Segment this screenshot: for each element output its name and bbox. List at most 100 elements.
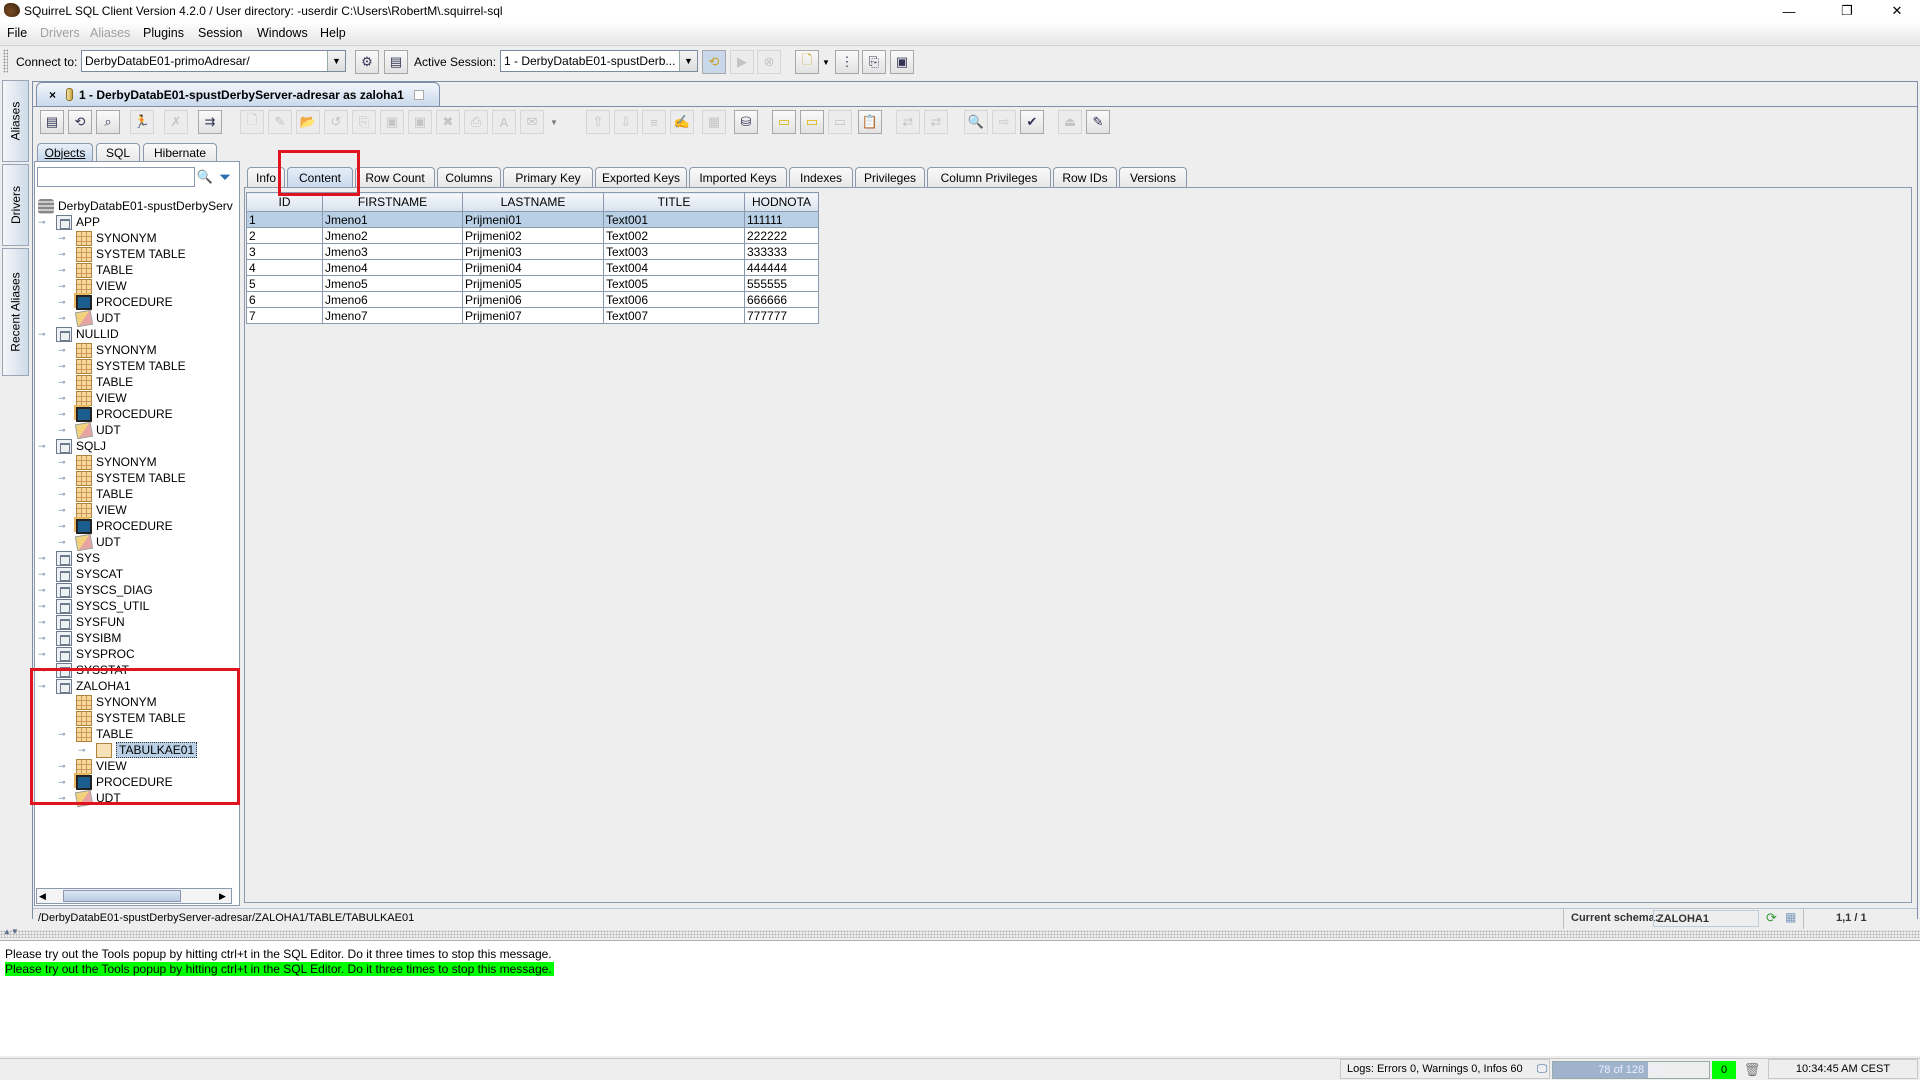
collapse-handle-icon[interactable]: ⊸	[38, 585, 46, 596]
tree-node[interactable]: ⊸ SYNONYM	[58, 454, 157, 470]
collapse-handle-icon[interactable]: ⊸	[38, 617, 46, 628]
bookmark-dropdown-icon[interactable]: ▼	[550, 118, 558, 127]
table-cell[interactable]: Prijmeni03	[462, 243, 604, 260]
content-tab-indexes[interactable]: Indexes	[789, 167, 853, 187]
edit-props-button[interactable]: ✎	[1086, 110, 1110, 134]
menu-help[interactable]: Help	[320, 26, 346, 40]
tree-node[interactable]: ⊸ VIEW	[58, 278, 127, 294]
chevron-down-icon[interactable]: ▼	[327, 51, 345, 71]
collapse-handle-icon[interactable]: ⊸	[58, 345, 66, 356]
tree-node[interactable]: ⊸ VIEW	[58, 502, 127, 518]
zoom-button[interactable]: 🔍	[964, 110, 988, 134]
table-row[interactable]: 3 Jmeno3 Prijmeni03 Text003 333333	[246, 243, 819, 260]
filter-button[interactable]: ⏷	[215, 167, 235, 187]
tab-sql[interactable]: SQL	[96, 143, 140, 161]
table-cell[interactable]: Prijmeni07	[462, 307, 604, 324]
tree-node[interactable]: ⊸ UDT	[58, 309, 121, 327]
collapse-handle-icon[interactable]: ⊸	[38, 217, 46, 228]
collapse-handle-icon[interactable]: ⊸	[38, 569, 46, 580]
content-tab-exported-keys[interactable]: Exported Keys	[595, 167, 687, 187]
tab-hibernate[interactable]: Hibernate	[143, 143, 217, 161]
session-properties-button[interactable]: ▤	[384, 50, 408, 74]
tree-node[interactable]: ⊸ UDT	[58, 421, 121, 439]
table-cell[interactable]: 3	[246, 243, 323, 260]
table-cell[interactable]: Jmeno4	[322, 259, 463, 276]
session-tab[interactable]: × 1 - DerbyDatabE01-spustDerbyServer-adr…	[36, 82, 440, 106]
monitor-icon[interactable]: 🖵	[1537, 1063, 1548, 1076]
table-row[interactable]: 1 Jmeno1 Prijmeni01 Text001 111111	[246, 211, 819, 228]
tree-node[interactable]: ⊸ SYSFUN	[38, 614, 125, 630]
detach-icon[interactable]	[413, 89, 424, 100]
scroll-thumb[interactable]	[63, 890, 181, 902]
table-cell[interactable]: Prijmeni04	[462, 259, 604, 276]
tree-node[interactable]: ⊸ UDT	[58, 533, 121, 551]
tree-node[interactable]: ⊸ SYSCS_DIAG	[38, 582, 153, 598]
scroll-left-icon[interactable]: ◀	[39, 891, 46, 902]
collapse-handle-icon[interactable]: ⊸	[58, 473, 66, 484]
table-cell[interactable]: Prijmeni02	[462, 227, 604, 244]
collapse-handle-icon[interactable]: ⊸	[38, 441, 46, 452]
table-cell[interactable]: Text006	[603, 291, 745, 308]
table-cell[interactable]: 555555	[744, 275, 819, 292]
tree-node[interactable]: ⊸ SYSTEM TABLE	[58, 358, 186, 374]
refresh-icon[interactable]: ⟳	[1766, 910, 1777, 926]
collapse-handle-icon[interactable]: ⊸	[58, 505, 66, 516]
collapse-handle-icon[interactable]: ⊸	[58, 393, 66, 404]
object-tree-button[interactable]: ⋮	[835, 50, 859, 74]
menu-drivers[interactable]: Drivers	[40, 26, 80, 40]
minimize-button[interactable]: —	[1766, 0, 1812, 22]
tree-node[interactable]: ⊸ TABLE	[58, 262, 133, 278]
search-button[interactable]: 🔍	[195, 167, 215, 187]
collapse-handle-icon[interactable]: ⊸	[58, 489, 66, 500]
find-object-button[interactable]: ⌕	[96, 110, 120, 134]
open-file-button[interactable]: 📂	[296, 110, 320, 134]
content-tab-column-privileges[interactable]: Column Privileges	[927, 167, 1051, 187]
menu-windows[interactable]: Windows	[257, 26, 308, 40]
collapse-handle-icon[interactable]: ⊸	[38, 553, 46, 564]
table-cell[interactable]: 222222	[744, 227, 819, 244]
table-cell[interactable]: Text007	[603, 307, 745, 324]
format-button[interactable]: A	[492, 110, 516, 134]
stop-button[interactable]: ⊗	[757, 50, 781, 74]
tree-filter-input[interactable]	[37, 167, 195, 187]
tree-node[interactable]: DerbyDatabE01-spustDerbyServ	[38, 198, 233, 214]
tree-node[interactable]: ⊸ SYSPROC	[38, 646, 135, 662]
content-tab-primary-key[interactable]: Primary Key	[503, 167, 593, 187]
bookmark-button[interactable]: ✉	[520, 110, 544, 134]
content-tab-privileges[interactable]: Privileges	[855, 167, 925, 187]
collapse-handle-icon[interactable]: ⊸	[58, 425, 66, 436]
next-result-button[interactable]: ⇉	[198, 110, 222, 134]
refresh-tree-button[interactable]: ⟲	[68, 110, 92, 134]
panel-splitter[interactable]: ▲▼	[0, 927, 1920, 938]
logs-status[interactable]: Logs: Errors 0, Warnings 0, Infos 60 🖵	[1340, 1059, 1550, 1079]
collapse-handle-icon[interactable]: ⊸	[58, 409, 66, 420]
tree-node[interactable]: ⊸ SYSCAT	[38, 566, 123, 582]
tree-node[interactable]: ⊸ SYSTEM TABLE	[58, 246, 186, 262]
table-cell[interactable]: 7	[246, 307, 323, 324]
table-cell[interactable]: 2	[246, 227, 323, 244]
menu-aliases[interactable]: Aliases	[90, 26, 130, 40]
tree-node[interactable]: ⊸ NULLID	[38, 326, 119, 342]
tab-objects[interactable]: Objects	[37, 143, 93, 161]
table-cell[interactable]: Jmeno7	[322, 307, 463, 324]
collapse-handle-icon[interactable]: ⊸	[58, 377, 66, 388]
content-tab-row-count[interactable]: Row Count	[355, 167, 435, 187]
validate-button[interactable]: ✔	[1020, 110, 1044, 134]
sql-editor-button[interactable]: ▤	[40, 110, 64, 134]
tree-horizontal-scrollbar[interactable]: ◀ ▶	[36, 888, 232, 904]
table-cell[interactable]: Text005	[603, 275, 745, 292]
edit-button[interactable]: ✍	[670, 110, 694, 134]
tree-node[interactable]: ⊸ APP	[38, 214, 100, 230]
table-cell[interactable]: Prijmeni01	[462, 211, 604, 228]
collapse-handle-icon[interactable]: ⊸	[38, 601, 46, 612]
delete-button[interactable]: ✖	[436, 110, 460, 134]
side-tab-drivers[interactable]: Drivers	[2, 164, 29, 246]
list-button[interactable]: ≡	[642, 110, 666, 134]
tree-node[interactable]: ⊸ SYNONYM	[58, 342, 157, 358]
copy-button[interactable]: ⎘	[352, 110, 376, 134]
side-tab-aliases[interactable]: Aliases	[2, 80, 29, 162]
table-cell[interactable]: 111111	[744, 211, 819, 228]
key-b-button[interactable]: ⇄	[924, 110, 948, 134]
table-cell[interactable]: Prijmeni06	[462, 291, 604, 308]
collapse-handle-icon[interactable]: ⊸	[58, 521, 66, 532]
